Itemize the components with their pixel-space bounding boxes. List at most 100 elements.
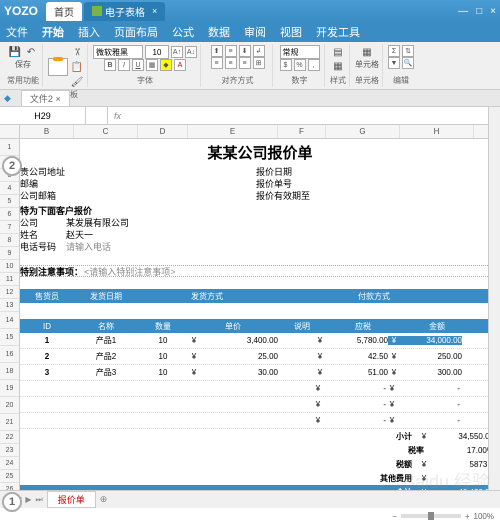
sheet-tabs: ⏮ ◀ ▶ ⏭ 报价单 ⊕ xyxy=(0,490,500,508)
align-right-icon[interactable]: ≡ xyxy=(239,57,251,69)
ribbon-group-font: A↑ A↓ B I U ▦ ◆ A 字体 xyxy=(90,44,201,87)
table-header-ship: 售货员 发货日期 发货方式 付款方式 xyxy=(20,289,500,303)
quote-title: 某某公司报价单 xyxy=(20,139,500,166)
col-f[interactable]: F xyxy=(278,125,326,138)
column-headers: B C D E F G H xyxy=(0,125,500,139)
fill-color-icon[interactable]: ◆ xyxy=(160,59,172,71)
save-icon[interactable]: 💾 xyxy=(8,45,22,59)
zoom-out-icon[interactable]: − xyxy=(392,512,397,521)
font-group-label: 字体 xyxy=(137,75,153,86)
copy-icon[interactable]: 📋 xyxy=(70,60,84,74)
menu-review[interactable]: 审阅 xyxy=(244,24,266,40)
sheet-tab-quote[interactable]: 报价单 xyxy=(47,491,96,508)
sort-icon[interactable]: ⇅ xyxy=(402,45,414,57)
ribbon-group-save: 💾↶ 保存 常用功能 xyxy=(4,44,43,87)
sum-icon[interactable]: Σ xyxy=(388,45,400,57)
col-g[interactable]: G xyxy=(326,125,400,138)
merge-icon[interactable]: ⊞ xyxy=(253,57,265,69)
menu-insert[interactable]: 插入 xyxy=(78,24,100,40)
style-group-label: 样式 xyxy=(330,75,346,86)
font-color-icon[interactable]: A xyxy=(174,59,186,71)
cell-btn-label: 单元格 xyxy=(355,59,379,70)
menu-view[interactable]: 视图 xyxy=(280,24,302,40)
font-grow-icon[interactable]: A↑ xyxy=(171,46,183,58)
zoom-control[interactable]: − + 100% xyxy=(392,508,494,524)
border-icon[interactable]: ▦ xyxy=(146,59,158,71)
align-center-icon[interactable]: ≡ xyxy=(225,57,237,69)
tab-spreadsheet-label: 电子表格 xyxy=(105,4,145,19)
menu-file[interactable]: 文件 xyxy=(6,24,28,40)
spreadsheet-icon xyxy=(92,6,102,16)
table-row: 3 产品3 10 ¥30.00 ¥51.00 ¥300.00 xyxy=(20,365,500,381)
undo-icon[interactable]: ↶ xyxy=(24,45,38,59)
cond-format-icon[interactable]: ▤ xyxy=(331,45,345,59)
tab-spreadsheet[interactable]: 电子表格 × xyxy=(84,2,165,21)
fx-icon[interactable]: fx xyxy=(114,111,121,121)
currency-icon[interactable]: $ xyxy=(280,59,292,71)
col-b[interactable]: B xyxy=(20,125,74,138)
percent-icon[interactable]: % xyxy=(294,59,306,71)
format-painter-icon[interactable]: 🖌 xyxy=(70,75,84,89)
menu-dev[interactable]: 开发工具 xyxy=(316,24,360,40)
row-headers: 1 2 3 4 5 6 7 8 9 10 11 12 13 14 15 16 1… xyxy=(0,139,20,505)
table-row: 1 产品1 10 ¥3,400.00 ¥5,780.00 ¥34,000.00 xyxy=(20,333,500,349)
comma-icon[interactable]: , xyxy=(308,59,320,71)
doc-tab[interactable]: 文件2 × xyxy=(21,90,70,106)
notes-label: 特别注意事项： xyxy=(20,266,84,276)
menu-start[interactable]: 开始 xyxy=(42,24,64,40)
align-mid-icon[interactable]: ≡ xyxy=(225,45,237,57)
window-min-icon[interactable]: — xyxy=(458,6,468,17)
save-label: 保存 xyxy=(15,59,31,70)
menu-data[interactable]: 数据 xyxy=(208,24,230,40)
align-bot-icon[interactable]: ⬇ xyxy=(239,45,251,57)
zoom-value: 100% xyxy=(474,512,494,521)
window-max-icon[interactable]: □ xyxy=(476,6,482,17)
fill-icon[interactable]: ▼ xyxy=(388,57,400,69)
align-left-icon[interactable]: ≡ xyxy=(211,57,223,69)
table-style-icon[interactable]: ▦ xyxy=(331,59,345,73)
col-d[interactable]: D xyxy=(138,125,188,138)
zoom-in-icon[interactable]: + xyxy=(465,512,470,521)
menu-layout[interactable]: 页面布局 xyxy=(114,24,158,40)
number-format-select[interactable] xyxy=(280,45,320,59)
wrap-icon[interactable]: ↲ xyxy=(253,45,265,57)
cut-icon[interactable]: ✂ xyxy=(70,45,84,59)
step-badge-1: 1 xyxy=(2,492,22,512)
menubar: 文件 开始 插入 页面布局 公式 数据 审阅 视图 开发工具 xyxy=(0,22,500,42)
sheet-nav-next-icon[interactable]: ▶ xyxy=(25,495,31,504)
name-box[interactable]: H29 xyxy=(0,107,86,124)
zoom-slider[interactable] xyxy=(401,514,461,518)
ribbon-group-edit: Σ⇅ ▼🔍 编辑 xyxy=(385,44,417,87)
bold-icon[interactable]: B xyxy=(104,59,116,71)
app-brand: YOZO xyxy=(4,4,38,18)
font-select[interactable] xyxy=(93,45,143,59)
font-size-select[interactable] xyxy=(145,45,169,59)
spreadsheet-grid[interactable]: B C D E F G H 1 2 3 4 5 6 7 8 9 10 11 12… xyxy=(0,125,500,505)
paste-icon[interactable] xyxy=(48,58,68,76)
cell-group-label: 单元格 xyxy=(355,75,379,86)
doc-add-icon[interactable]: ◆ xyxy=(4,93,11,104)
common-group-label: 常用功能 xyxy=(7,75,39,86)
scrollbar-vertical[interactable] xyxy=(488,107,500,490)
col-e[interactable]: E xyxy=(188,125,278,138)
doc-tab-close-icon[interactable]: × xyxy=(55,94,60,104)
table-row: ¥- ¥- xyxy=(20,397,500,413)
find-icon[interactable]: 🔍 xyxy=(402,57,414,69)
col-c[interactable]: C xyxy=(74,125,138,138)
align-top-icon[interactable]: ⬆ xyxy=(211,45,223,57)
tab-close-icon[interactable]: × xyxy=(152,6,157,16)
underline-icon[interactable]: U xyxy=(132,59,144,71)
ribbon-group-number: $ % , 数字 xyxy=(275,44,325,87)
table-row: 2 产品2 10 ¥25.00 ¥42.50 ¥250.00 xyxy=(20,349,500,365)
font-shrink-icon[interactable]: A↓ xyxy=(185,46,197,58)
sheet-add-icon[interactable]: ⊕ xyxy=(100,494,108,505)
tab-home[interactable]: 首页 xyxy=(46,2,82,21)
sheet-nav-last-icon[interactable]: ⏭ xyxy=(36,495,43,505)
col-h[interactable]: H xyxy=(400,125,474,138)
cell-icon[interactable]: ▦ xyxy=(360,45,374,59)
ribbon: 💾↶ 保存 常用功能 ✂ 📋 🖌 剪贴板 A↑ A↓ B I U ▦ ◆ A xyxy=(0,42,500,90)
menu-formula[interactable]: 公式 xyxy=(172,24,194,40)
italic-icon[interactable]: I xyxy=(118,59,130,71)
table-row: ¥- ¥- xyxy=(20,381,500,397)
window-close-icon[interactable]: × xyxy=(490,6,496,17)
